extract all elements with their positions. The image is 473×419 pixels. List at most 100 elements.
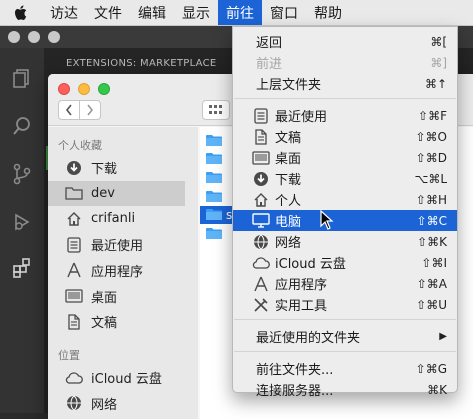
menu-item-shortcut: ⇧⌘K	[417, 234, 447, 249]
computer-icon	[252, 212, 270, 230]
chevron-right-icon	[87, 104, 94, 116]
go-menu-item[interactable]: 连接服务器... ⌘K	[233, 379, 457, 400]
recents-icon	[64, 236, 84, 254]
sidebar-item-label: 文稿	[91, 316, 118, 332]
documents-icon	[64, 313, 84, 331]
zoom-button[interactable]	[98, 83, 110, 95]
go-menu-item[interactable]: iCloud 云盘 ⇧⌘I	[233, 252, 457, 273]
search-icon[interactable]	[0, 106, 44, 146]
sidebar-item-label: 下载	[91, 162, 118, 177]
documents-icon	[252, 128, 270, 146]
menu-item-shortcut: ⌥⌘L	[414, 171, 447, 186]
menu-item-label: 最近使用	[275, 110, 328, 125]
sidebar-item[interactable]: 下载	[48, 155, 185, 180]
menu-item-shortcut: ⌘K	[427, 382, 447, 397]
sidebar-item[interactable]: crifanli	[48, 206, 185, 231]
sidebar-item-label: 应用程序	[91, 264, 144, 280]
menu-item-label: 电脑	[275, 215, 302, 230]
extensions-icon[interactable]	[0, 248, 44, 288]
sidebar-item-label: iCloud 云盘	[91, 372, 162, 387]
menu-item-label: 文稿	[275, 131, 302, 146]
menu-item-label: 下载	[275, 173, 302, 188]
bg-minimize-button[interactable]	[28, 31, 40, 43]
folder-icon	[206, 190, 222, 202]
explorer-icon[interactable]	[0, 58, 44, 98]
go-menu-item[interactable]: 个人 ⇧⌘H	[233, 189, 457, 210]
menu-item-shortcut: ⇧⌘U	[416, 297, 447, 312]
menu-item-label: iCloud 云盘	[275, 257, 346, 272]
go-menu-item[interactable]: 上层文件夹 ⌘↑	[233, 73, 457, 94]
close-button[interactable]	[58, 83, 70, 95]
sidebar-item-label: dev	[91, 185, 115, 201]
menubar-item-2[interactable]: 编辑	[130, 0, 174, 25]
menubar-item-6[interactable]: 帮助	[306, 0, 350, 25]
minimize-button[interactable]	[78, 83, 90, 95]
go-menu-item[interactable]: 最近使用 ⇧⌘F	[233, 105, 457, 126]
menu-item-shortcut: ⇧⌘G	[415, 361, 447, 376]
network-icon	[64, 394, 84, 412]
menubar-item-0[interactable]: 访达	[42, 0, 86, 25]
home-icon	[252, 191, 270, 209]
menu-separator	[234, 319, 456, 320]
go-menu-item[interactable]: 最近使用的文件夹 ▶	[233, 326, 457, 347]
menu-item-label: 网络	[275, 236, 302, 251]
menubar-item-1[interactable]: 文件	[86, 0, 130, 25]
network-icon	[252, 233, 270, 251]
bg-zoom-button[interactable]	[48, 31, 60, 43]
menu-item-label: 应用程序	[275, 278, 328, 293]
sidebar-item[interactable]: 应用程序	[48, 258, 185, 283]
submenu-arrow-icon: ▶	[439, 331, 447, 342]
recents-icon	[252, 107, 270, 125]
go-menu-item[interactable]: 返回 ⌘[	[233, 31, 457, 52]
menu-item-label: 个人	[275, 194, 302, 209]
go-menu-item[interactable]: 桌面 ⇧⌘D	[233, 147, 457, 168]
menu-item-shortcut: ⇧⌘A	[416, 276, 447, 291]
sidebar-item[interactable]: dev	[48, 180, 185, 206]
menu-item-shortcut: ⇧⌘I	[421, 255, 447, 270]
sidebar-item[interactable]: 桌面	[48, 284, 185, 309]
source-control-icon[interactable]	[0, 154, 44, 194]
go-menu-item[interactable]: 文稿 ⇧⌘O	[233, 126, 457, 147]
download-icon	[252, 170, 270, 188]
view-mode-button[interactable]	[202, 100, 230, 120]
menu-item-shortcut: ⌘↑	[424, 76, 447, 91]
go-menu-item[interactable]: 下载 ⌥⌘L	[233, 168, 457, 189]
locations-header: 位置	[58, 349, 80, 362]
back-button[interactable]	[58, 100, 80, 120]
folder-icon	[206, 153, 222, 165]
sidebar-item[interactable]: 最近使用	[48, 232, 185, 257]
menu-item-shortcut: ⌘]	[430, 55, 447, 70]
go-menu-item[interactable]: 电脑 ⇧⌘C	[233, 210, 457, 231]
applications-icon	[64, 261, 84, 279]
menubar-item-3[interactable]: 显示	[174, 0, 218, 25]
chevron-left-icon	[65, 104, 72, 116]
go-menu-item[interactable]: 前往文件夹... ⇧⌘G	[233, 358, 457, 379]
applications-icon	[252, 275, 270, 293]
folder-icon	[206, 228, 222, 239]
folder-icon	[206, 209, 222, 221]
sidebar-item[interactable]: iCloud 云盘	[48, 365, 185, 390]
go-menu-item[interactable]: 实用工具 ⇧⌘U	[233, 294, 457, 315]
bg-close-button[interactable]	[8, 31, 20, 43]
menu-item-label: 实用工具	[275, 299, 328, 314]
sidebar-item[interactable]: 文稿	[48, 309, 185, 334]
sidebar-item[interactable]: 网络	[48, 391, 185, 416]
menu-item-label: 上层文件夹	[256, 78, 322, 93]
home-icon	[64, 210, 84, 228]
sidebar-item-label: 最近使用	[91, 239, 144, 255]
forward-button[interactable]	[79, 100, 101, 120]
go-menu-item[interactable]: 网络 ⇧⌘K	[233, 231, 457, 252]
folder-icon	[64, 184, 84, 202]
favorites-header: 个人收藏	[58, 139, 102, 152]
apple-menu[interactable]	[0, 0, 42, 25]
go-menu-item[interactable]: 应用程序 ⇧⌘A	[233, 273, 457, 294]
menu-item-shortcut: ⌘[	[430, 34, 447, 49]
debug-icon[interactable]	[0, 202, 44, 242]
menu-item-label: 前进	[256, 57, 283, 72]
menubar-item-5[interactable]: 窗口	[262, 0, 306, 25]
go-menu-item: 前进 ⌘]	[233, 52, 457, 73]
menu-bar: 访达 文件 编辑 显示 前往 窗口 帮助	[0, 0, 473, 26]
menu-item-label: 最近使用的文件夹	[256, 331, 361, 346]
menubar-item-4[interactable]: 前往	[218, 0, 262, 25]
download-icon	[64, 159, 84, 177]
